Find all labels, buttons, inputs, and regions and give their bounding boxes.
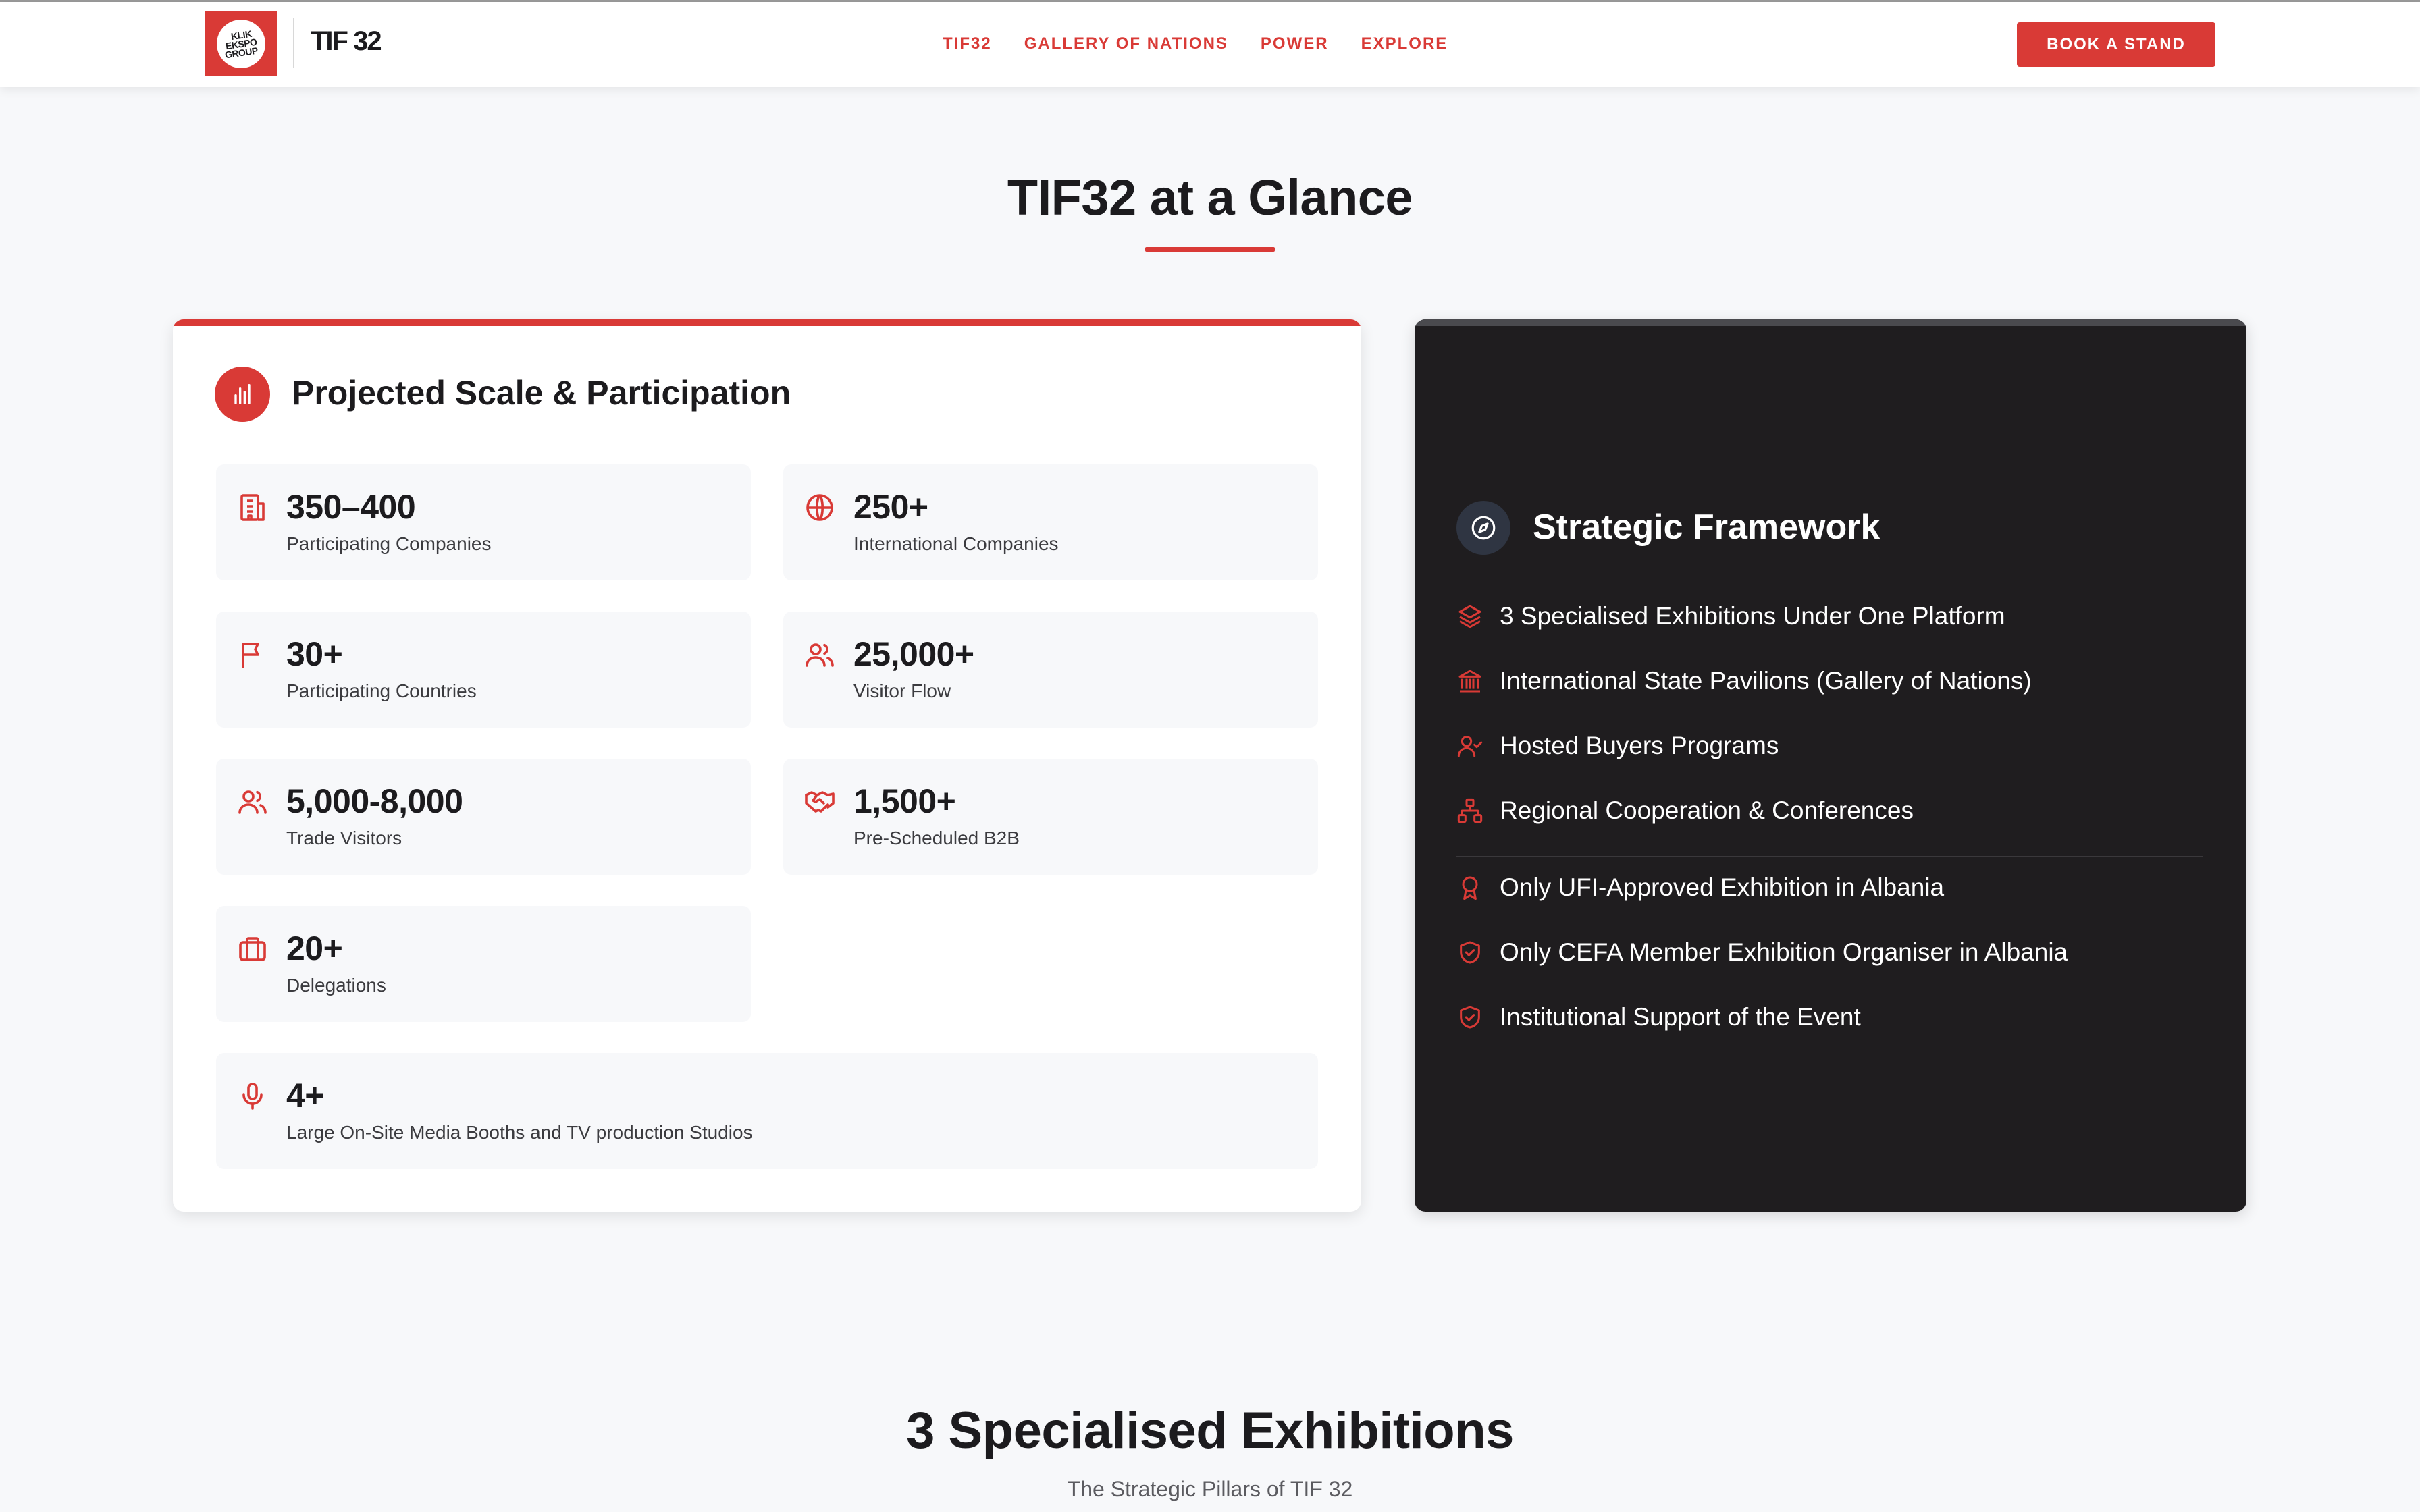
layers-icon	[1456, 603, 1483, 630]
framework-item-label: 3 Specialised Exhibitions Under One Plat…	[1500, 602, 2005, 630]
stat-value: 4+	[286, 1077, 325, 1114]
stat-label: International Companies	[853, 533, 1059, 554]
strategic-framework-card: Strategic Framework 3 Specialised Exhibi…	[1415, 319, 2246, 1212]
credential-label: Institutional Support of the Event	[1500, 1003, 1861, 1031]
exhibitions-subtitle: The Strategic Pillars of TIF 32	[1067, 1477, 1353, 1501]
shield-check-icon	[1456, 939, 1483, 966]
stat-pre-scheduled-b2b: 1,500+ Pre-Scheduled B2B	[783, 759, 1318, 875]
stat-value: 30+	[286, 635, 343, 673]
stat-value: 5,000-8,000	[286, 782, 463, 820]
stat-label: Large On-Site Media Booths and TV produc…	[286, 1122, 753, 1143]
users-icon	[236, 786, 269, 818]
exhibitions-title: 3 Specialised Exhibitions	[906, 1402, 1514, 1459]
framework-card-title: Strategic Framework	[1533, 508, 1880, 547]
stat-label: Trade Visitors	[286, 828, 402, 848]
stat-participating-companies: 350–400 Participating Companies	[216, 464, 751, 580]
stat-visitor-flow: 25,000+ Visitor Flow	[783, 612, 1318, 728]
card-accent-bar	[1415, 319, 2246, 326]
glance-title: TIF32 at a Glance	[1007, 169, 1413, 225]
site-header: KLIK EKSPO GROUP TIF 32 TIF32 GALLERY OF…	[0, 2, 2420, 87]
stat-value: 1,500+	[853, 782, 956, 820]
stat-international-companies: 250+ International Companies	[783, 464, 1318, 580]
handshake-icon	[804, 786, 836, 818]
globe-icon	[804, 491, 836, 524]
credential-label: Only UFI-Approved Exhibition in Albania	[1500, 873, 1945, 901]
credential-cefa-member: Only CEFA Member Exhibition Organiser in…	[1456, 936, 2068, 969]
stat-label: Participating Companies	[286, 533, 492, 554]
stat-trade-visitors: 5,000-8,000 Trade Visitors	[216, 759, 751, 875]
projected-scale-card: Projected Scale & Participation 350–400 …	[173, 319, 1361, 1212]
stat-value: 20+	[286, 929, 343, 967]
framework-item-pavilions: International State Pavilions (Gallery o…	[1456, 664, 2032, 698]
credential-institutional-support: Institutional Support of the Event	[1456, 1000, 1861, 1034]
credential-label: Only CEFA Member Exhibition Organiser in…	[1500, 938, 2068, 966]
bar-chart-icon	[215, 367, 270, 422]
stat-value: 25,000+	[853, 635, 974, 673]
framework-item-label: Regional Cooperation & Conferences	[1500, 796, 1914, 824]
book-a-stand-button[interactable]: BOOK A STAND	[2017, 22, 2215, 67]
users-icon	[804, 639, 836, 671]
award-icon	[1456, 874, 1483, 901]
nav-item-power[interactable]: POWER	[1261, 33, 1329, 55]
logo-divider	[293, 18, 294, 68]
building-icon	[236, 491, 269, 524]
framework-item-label: Hosted Buyers Programs	[1500, 732, 1779, 759]
flag-icon	[236, 639, 269, 671]
stat-label: Pre-Scheduled B2B	[853, 828, 1020, 848]
stat-value: 350–400	[286, 488, 416, 526]
stat-label: Participating Countries	[286, 680, 477, 701]
compass-icon	[1456, 501, 1510, 555]
main-nav: TIF32 GALLERY OF NATIONS POWER EXPLORE	[943, 33, 1448, 55]
klik-ekspo-logo[interactable]: KLIK EKSPO GROUP	[205, 11, 277, 76]
framework-item-label: International State Pavilions (Gallery o…	[1500, 667, 2032, 695]
framework-item-hosted-buyers: Hosted Buyers Programs	[1456, 729, 1779, 763]
nav-item-explore[interactable]: EXPLORE	[1361, 33, 1448, 55]
stat-value: 250+	[853, 488, 928, 526]
stat-participating-countries: 30+ Participating Countries	[216, 612, 751, 728]
credential-ufi-approved: Only UFI-Approved Exhibition in Albania	[1456, 871, 1944, 905]
framework-item-cooperation: Regional Cooperation & Conferences	[1456, 794, 1914, 828]
logo-badge: KLIK EKSPO GROUP	[217, 20, 265, 68]
framework-item-exhibitions: 3 Specialised Exhibitions Under One Plat…	[1456, 599, 2005, 633]
stat-label: Delegations	[286, 975, 386, 996]
nav-item-tif32[interactable]: TIF32	[943, 33, 992, 55]
scale-card-title: Projected Scale & Participation	[292, 374, 791, 412]
microphone-icon	[236, 1080, 269, 1112]
card-accent-bar	[173, 319, 1361, 326]
briefcase-icon	[236, 933, 269, 965]
framework-divider	[1456, 856, 2203, 857]
brand-name[interactable]: TIF 32	[311, 26, 382, 57]
stat-media-booths: 4+ Large On-Site Media Booths and TV pro…	[216, 1053, 1318, 1169]
nav-item-gallery-of-nations[interactable]: GALLERY OF NATIONS	[1024, 33, 1228, 55]
shield-check-icon	[1456, 1004, 1483, 1031]
landmark-icon	[1456, 668, 1483, 695]
stat-delegations: 20+ Delegations	[216, 906, 751, 1022]
network-icon	[1456, 797, 1483, 824]
title-underline	[1145, 247, 1275, 252]
stat-label: Visitor Flow	[853, 680, 951, 701]
user-check-icon	[1456, 732, 1483, 759]
